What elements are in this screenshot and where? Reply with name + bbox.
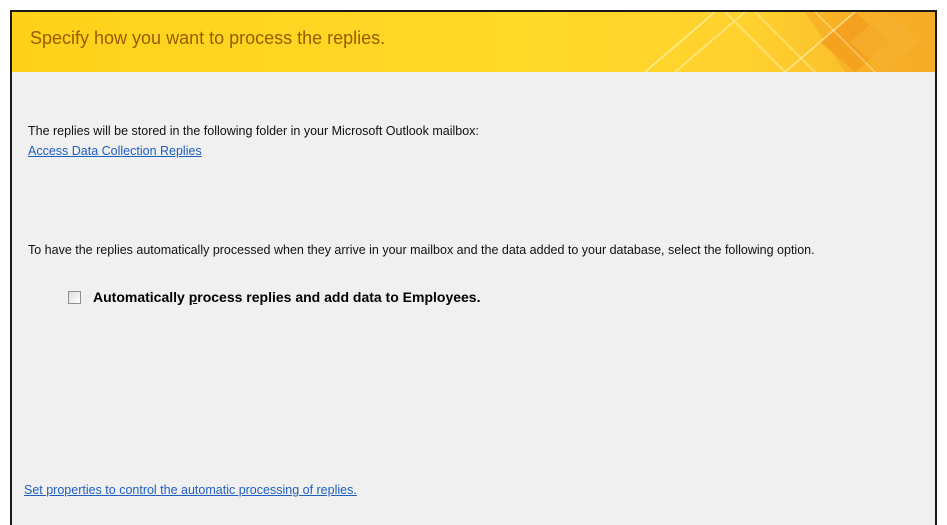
auto-process-label[interactable]: Automatically process replies and add da… bbox=[93, 289, 480, 305]
label-access-key: p bbox=[188, 289, 198, 305]
wizard-window: Specify how you want to process the repl… bbox=[10, 10, 937, 525]
auto-process-checkbox[interactable] bbox=[68, 290, 81, 304]
page-title: Specify how you want to process the repl… bbox=[30, 28, 386, 48]
wizard-header: Specify how you want to process the repl… bbox=[12, 12, 935, 72]
folder-link[interactable]: Access Data Collection Replies bbox=[28, 144, 202, 158]
auto-process-option[interactable]: Automatically process replies and add da… bbox=[68, 289, 480, 305]
storage-description: The replies will be stored in the follow… bbox=[28, 124, 479, 138]
auto-process-description: To have the replies automatically proces… bbox=[28, 243, 815, 257]
label-post: rocess replies and add data to Employees… bbox=[197, 289, 481, 305]
set-properties-link[interactable]: Set properties to control the automatic … bbox=[24, 483, 357, 497]
label-pre: Automatically bbox=[93, 289, 189, 305]
header-decoration bbox=[644, 12, 935, 72]
